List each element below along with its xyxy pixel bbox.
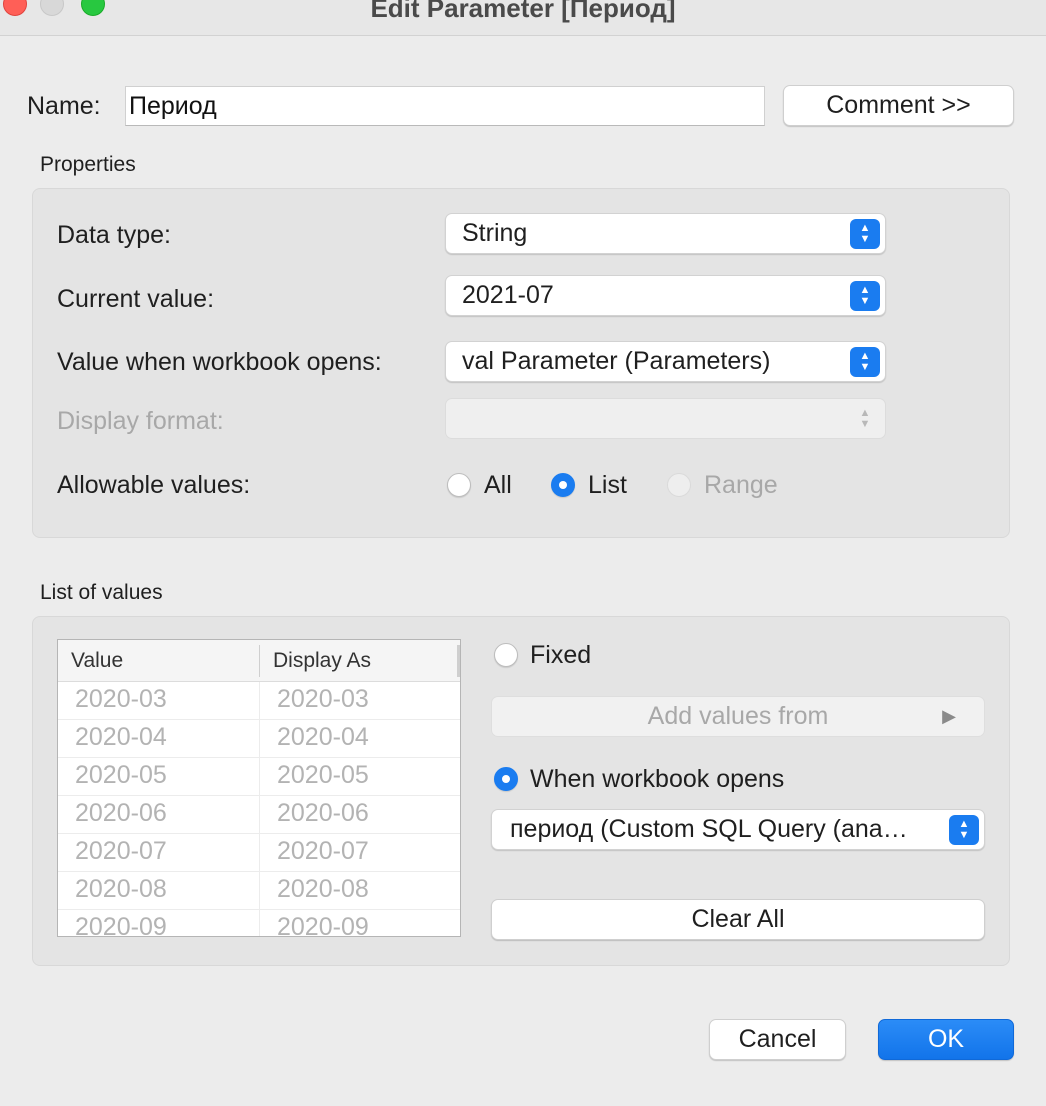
data-type-value: String: [462, 219, 528, 247]
value-when-opens-label: Value when workbook opens:: [57, 348, 382, 376]
radio-range-label: Range: [704, 471, 778, 499]
chevron-up-down-icon: ▲ ▼: [949, 815, 979, 845]
display-format-select: ▲ ▼: [445, 398, 886, 439]
cell-value: 2020-08: [75, 875, 167, 903]
list-of-values-header: List of values: [40, 581, 163, 604]
value-when-opens-value: val Parameter (Parameters): [462, 347, 771, 375]
when-opens-source-select[interactable]: период (Custom SQL Query (ana… ▲ ▼: [491, 809, 985, 850]
cell-display-as: 2020-04: [277, 723, 369, 751]
cell-divider: [259, 796, 260, 834]
cell-value: 2020-07: [75, 837, 167, 865]
cell-display-as: 2020-07: [277, 837, 369, 865]
cell-divider: [259, 682, 260, 720]
column-header-value[interactable]: Value: [71, 649, 123, 673]
table-row[interactable]: 2020-08 2020-08: [58, 872, 460, 910]
cell-value: 2020-05: [75, 761, 167, 789]
chevron-up-down-icon: ▲ ▼: [850, 281, 880, 311]
cell-display-as: 2020-03: [277, 685, 369, 713]
cell-divider: [259, 834, 260, 872]
table-row[interactable]: 2020-03 2020-03: [58, 682, 460, 720]
table-header: Value Display As: [58, 640, 460, 682]
radio-fixed-label[interactable]: Fixed: [530, 641, 591, 670]
table-row[interactable]: 2020-07 2020-07: [58, 834, 460, 872]
radio-when-workbook-opens[interactable]: [494, 767, 518, 791]
column-header-display-as[interactable]: Display As: [273, 649, 371, 673]
radio-all-label[interactable]: All: [484, 471, 512, 500]
cell-value: 2020-03: [75, 685, 167, 713]
radio-when-workbook-opens-label[interactable]: When workbook opens: [530, 765, 784, 794]
data-type-select[interactable]: String ▲ ▼: [445, 213, 886, 254]
cell-display-as: 2020-08: [277, 875, 369, 903]
cell-divider: [259, 758, 260, 796]
when-opens-source-value: период (Custom SQL Query (ana…: [510, 815, 908, 843]
current-value-select[interactable]: 2021-07 ▲ ▼: [445, 275, 886, 316]
table-row[interactable]: 2020-09 2020-09: [58, 910, 460, 937]
radio-fixed[interactable]: [494, 643, 518, 667]
name-input[interactable]: Период: [125, 86, 765, 126]
cancel-button[interactable]: Cancel: [709, 1019, 846, 1060]
cell-display-as: 2020-09: [277, 913, 369, 937]
column-divider: [457, 645, 460, 677]
allowable-values-label: Allowable values:: [57, 471, 251, 499]
current-value-value: 2021-07: [462, 281, 554, 309]
cell-value: 2020-04: [75, 723, 167, 751]
chevron-up-down-icon: ▲ ▼: [850, 219, 880, 249]
properties-header: Properties: [40, 153, 136, 176]
play-arrow-icon: ▶: [942, 706, 956, 726]
column-divider[interactable]: [259, 645, 260, 677]
title-bar: Edit Parameter [Период]: [0, 0, 1046, 36]
comment-button[interactable]: Comment >>: [783, 85, 1014, 126]
clear-all-button[interactable]: Clear All: [491, 899, 985, 940]
values-table[interactable]: Value Display As 2020-03 2020-03 2020-04…: [57, 639, 461, 937]
cell-divider: [259, 720, 260, 758]
chevron-up-down-icon: ▲ ▼: [859, 407, 871, 430]
cell-divider: [259, 910, 260, 936]
radio-list[interactable]: [551, 473, 575, 497]
table-row[interactable]: 2020-04 2020-04: [58, 720, 460, 758]
window-title: Edit Parameter [Период]: [370, 0, 676, 23]
cell-value: 2020-09: [75, 913, 167, 937]
table-row[interactable]: 2020-06 2020-06: [58, 796, 460, 834]
name-label: Name:: [27, 92, 101, 120]
ok-button[interactable]: OK: [878, 1019, 1014, 1060]
display-format-label: Display format:: [57, 407, 224, 435]
add-values-from-button: Add values from ▶: [491, 696, 985, 737]
table-row[interactable]: 2020-05 2020-05: [58, 758, 460, 796]
data-type-label: Data type:: [57, 221, 171, 249]
cell-display-as: 2020-06: [277, 799, 369, 827]
chevron-up-down-icon: ▲ ▼: [850, 347, 880, 377]
current-value-label: Current value:: [57, 285, 215, 313]
radio-range: [667, 473, 691, 497]
radio-all[interactable]: [447, 473, 471, 497]
cell-display-as: 2020-05: [277, 761, 369, 789]
cell-divider: [259, 872, 260, 910]
radio-list-label[interactable]: List: [588, 471, 627, 500]
add-values-from-label: Add values from: [647, 702, 829, 730]
cell-value: 2020-06: [75, 799, 167, 827]
value-when-opens-select[interactable]: val Parameter (Parameters) ▲ ▼: [445, 341, 886, 382]
